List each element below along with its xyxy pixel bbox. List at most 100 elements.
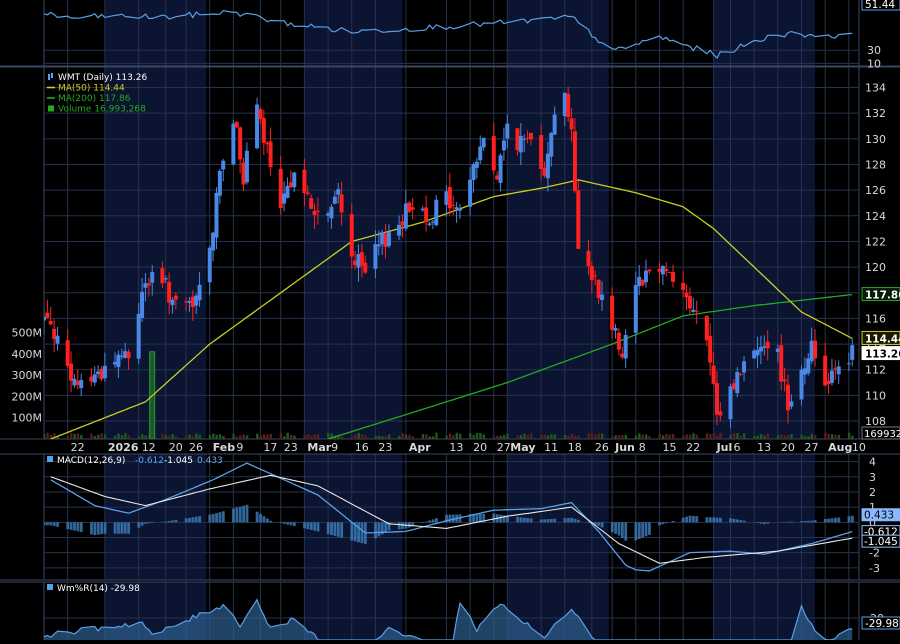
candle-body[interactable] xyxy=(735,372,739,393)
candle-body[interactable] xyxy=(505,124,509,139)
candle-body[interactable] xyxy=(492,136,496,170)
candle-body[interactable] xyxy=(553,114,557,134)
candle-body[interactable] xyxy=(451,205,455,206)
candle-body[interactable] xyxy=(171,300,175,305)
candle-body[interactable] xyxy=(66,340,70,366)
candle-body[interactable] xyxy=(830,371,834,383)
candle-body[interactable] xyxy=(468,180,472,207)
candle-body[interactable] xyxy=(150,272,154,283)
candle-body[interactable] xyxy=(783,380,787,382)
candle-body[interactable] xyxy=(715,383,719,414)
candle-body[interactable] xyxy=(340,194,344,212)
candle-body[interactable] xyxy=(198,285,202,300)
candle-body[interactable] xyxy=(789,401,793,406)
candle-body[interactable] xyxy=(333,197,337,204)
candle-body[interactable] xyxy=(850,345,854,360)
candle-body[interactable] xyxy=(688,296,692,308)
candle-body[interactable] xyxy=(397,225,401,236)
candle-body[interactable] xyxy=(837,366,841,374)
candle-body[interactable] xyxy=(586,251,590,266)
candle-body[interactable] xyxy=(573,131,577,191)
candle-body[interactable] xyxy=(458,209,462,211)
candle-body[interactable] xyxy=(610,296,614,330)
candle-body[interactable] xyxy=(434,200,438,225)
candle-body[interactable] xyxy=(309,198,313,209)
candle-body[interactable] xyxy=(624,335,628,358)
candle-body[interactable] xyxy=(617,333,621,350)
candle-body[interactable] xyxy=(258,109,262,119)
candle-body[interactable] xyxy=(813,341,817,359)
candle-body[interactable] xyxy=(127,352,131,359)
candle-body[interactable] xyxy=(728,386,732,419)
candle-body[interactable] xyxy=(140,292,144,318)
candle-body[interactable] xyxy=(350,214,354,256)
candle-body[interactable] xyxy=(482,138,486,148)
candle-body[interactable] xyxy=(103,366,107,378)
candle-body[interactable] xyxy=(377,245,381,247)
candle-body[interactable] xyxy=(539,135,543,169)
candle-body[interactable] xyxy=(45,313,49,318)
candle-body[interactable] xyxy=(336,189,340,194)
candle-body[interactable] xyxy=(634,285,638,333)
candle-body[interactable] xyxy=(576,191,580,249)
candle-body[interactable] xyxy=(329,207,333,219)
candle-body[interactable] xyxy=(600,295,604,300)
candle-body[interactable] xyxy=(269,141,273,167)
candle-body[interactable] xyxy=(644,271,648,283)
candle-body[interactable] xyxy=(262,118,266,143)
candle-body[interactable] xyxy=(69,364,73,381)
candle-body[interactable] xyxy=(739,374,743,375)
candle-body[interactable] xyxy=(208,248,212,283)
candle-body[interactable] xyxy=(292,173,296,188)
candle-body[interactable] xyxy=(766,342,770,349)
candle-body[interactable] xyxy=(647,270,651,272)
candle-body[interactable] xyxy=(478,147,482,161)
candle-body[interactable] xyxy=(519,136,523,152)
candle-body[interactable] xyxy=(502,140,506,150)
candle-body[interactable] xyxy=(245,151,249,183)
candle-body[interactable] xyxy=(742,361,746,372)
candle-body[interactable] xyxy=(529,133,533,139)
candle-body[interactable] xyxy=(49,321,53,324)
candle-body[interactable] xyxy=(174,296,178,300)
candle-body[interactable] xyxy=(549,133,553,157)
candle-body[interactable] xyxy=(363,263,367,273)
candle-body[interactable] xyxy=(316,211,320,212)
candle-body[interactable] xyxy=(214,193,218,238)
candle-body[interactable] xyxy=(614,328,618,331)
candle-body[interactable] xyxy=(238,127,242,159)
candle-body[interactable] xyxy=(546,154,550,179)
candle-body[interactable] xyxy=(93,374,97,382)
candle-body[interactable] xyxy=(590,266,594,280)
candle-body[interactable] xyxy=(570,118,574,129)
candle-body[interactable] xyxy=(160,268,164,283)
candle-body[interactable] xyxy=(302,170,306,193)
candle-body[interactable] xyxy=(218,171,222,196)
candle-body[interactable] xyxy=(671,272,675,282)
candle-body[interactable] xyxy=(695,311,699,312)
candle-body[interactable] xyxy=(681,283,685,290)
candle-body[interactable] xyxy=(79,380,83,388)
candle-body[interactable] xyxy=(373,244,377,269)
candle-body[interactable] xyxy=(499,155,503,183)
candle-body[interactable] xyxy=(167,282,171,303)
candle-body[interactable] xyxy=(475,162,479,168)
candle-body[interactable] xyxy=(387,232,391,246)
candle-body[interactable] xyxy=(712,366,716,384)
candle-body[interactable] xyxy=(147,283,151,285)
candle-body[interactable] xyxy=(779,345,783,382)
candle-body[interactable] xyxy=(424,208,428,223)
candle-body[interactable] xyxy=(221,161,225,170)
candle-body[interactable] xyxy=(847,363,851,364)
candle-body[interactable] xyxy=(411,207,415,210)
candle-body[interactable] xyxy=(708,336,712,362)
candle-body[interactable] xyxy=(235,122,239,127)
candle-body[interactable] xyxy=(593,276,597,277)
candle-body[interactable] xyxy=(137,314,141,359)
candle-body[interactable] xyxy=(428,223,432,225)
candle-body[interactable] xyxy=(306,193,310,194)
candle-body[interactable] xyxy=(786,385,790,411)
candle-body[interactable] xyxy=(664,269,668,271)
candle-body[interactable] xyxy=(164,278,168,279)
candle-body[interactable] xyxy=(56,336,60,344)
